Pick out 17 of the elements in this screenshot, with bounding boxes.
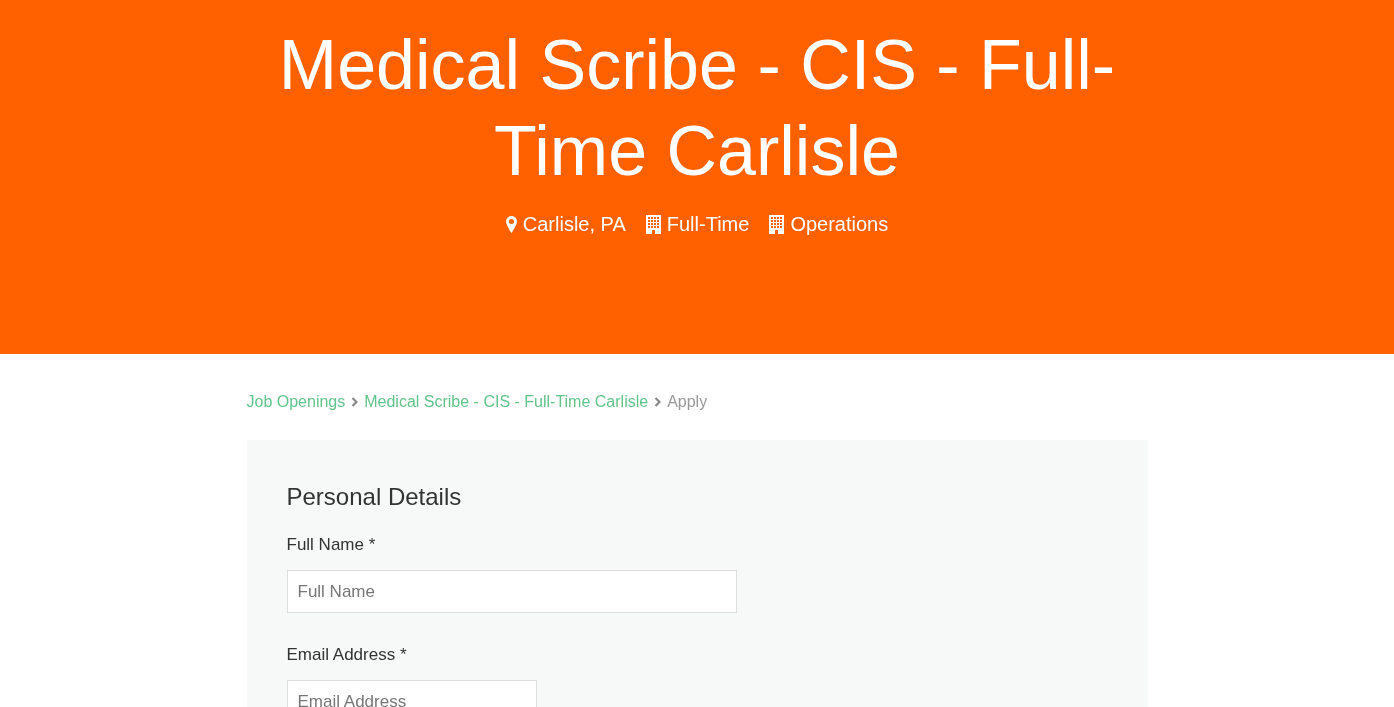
building-icon	[645, 214, 661, 234]
job-title: Medical Scribe - CIS - Full-Time Carlisle	[277, 25, 1117, 192]
breadcrumb-link[interactable]: Medical Scribe - CIS - Full-Time Carlisle	[364, 391, 649, 413]
chevron-icon	[654, 397, 662, 407]
job-meta-text: Full-Time	[666, 212, 750, 236]
map-pin-icon	[505, 215, 517, 233]
chevron-icon	[351, 397, 359, 407]
job-meta-text: Operations	[790, 212, 889, 236]
breadcrumb-current-page: Apply	[667, 392, 708, 412]
section-title: Personal Details	[286, 482, 463, 512]
job-meta-text: Carlisle, PA	[522, 212, 626, 236]
building-icon	[769, 214, 785, 234]
breadcrumb-link[interactable]: Job Openings	[246, 391, 346, 413]
input-field[interactable]: Full Name	[286, 570, 737, 613]
field-label: Full Name *	[286, 534, 376, 556]
field-label: Email Address *	[286, 644, 407, 666]
input-field[interactable]: Email Address	[286, 680, 537, 707]
